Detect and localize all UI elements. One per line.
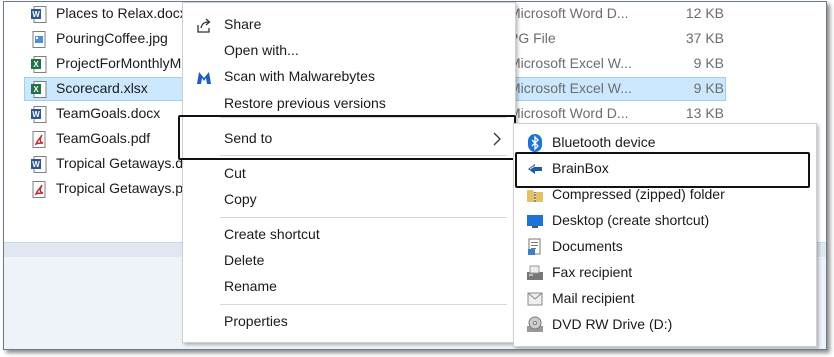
- pdf-file-icon: [32, 131, 46, 148]
- share-icon: [197, 18, 211, 33]
- submenu-item-label: Mail recipient: [552, 290, 635, 306]
- menu-item-open-with[interactable]: Open with...: [183, 38, 515, 64]
- file-name: Tropical Getaways.p: [56, 180, 184, 196]
- file-size: 9 KB: [693, 55, 724, 71]
- file-type: Microsoft Word D...: [509, 5, 629, 21]
- file-name: ProjectForMonthlyM: [56, 55, 182, 71]
- submenu-item-label: Bluetooth device: [552, 134, 656, 150]
- submenu-item-label: DVD RW Drive (D:): [552, 316, 673, 332]
- menu-item-delete[interactable]: Delete: [183, 248, 515, 274]
- menu-item-create-shortcut[interactable]: Create shortcut: [183, 222, 515, 248]
- file-size: 37 KB: [685, 30, 724, 46]
- mail-icon: [527, 292, 543, 306]
- file-name: Places to Relax.docx: [56, 5, 187, 21]
- menu-item-label: Cut: [224, 165, 246, 181]
- menu-item-label: Copy: [224, 191, 257, 207]
- file-name: PouringCoffee.jpg: [56, 30, 168, 46]
- menu-item-copy[interactable]: Copy: [183, 187, 515, 213]
- submenu-item-fax[interactable]: Fax recipient: [514, 259, 816, 285]
- menu-item-label: Delete: [224, 252, 265, 268]
- submenu-item-mail[interactable]: Mail recipient: [514, 285, 816, 311]
- menu-item-cut[interactable]: Cut: [183, 161, 515, 187]
- dvd-drive-icon: [527, 316, 543, 332]
- menu-item-label: Share: [224, 16, 262, 32]
- excel-file-icon: X: [31, 81, 47, 98]
- menu-item-rename[interactable]: Rename: [183, 274, 515, 300]
- malwarebytes-icon: [197, 72, 211, 84]
- submenu-item-desktop[interactable]: Desktop (create shortcut): [514, 207, 816, 233]
- menu-item-properties[interactable]: Properties: [183, 309, 515, 335]
- file-name: Scorecard.xlsx: [56, 80, 148, 96]
- word-file-icon: W: [31, 156, 47, 173]
- svg-text:W: W: [32, 160, 40, 169]
- bluetooth-icon: [528, 134, 542, 152]
- file-type: Microsoft Excel W...: [509, 80, 632, 96]
- fax-icon: [527, 265, 543, 280]
- submenu-item-label: Compressed (zipped) folder: [552, 186, 725, 202]
- file-name: TeamGoals.pdf: [56, 130, 151, 146]
- menu-item-label: Restore previous versions: [224, 95, 386, 111]
- menu-item-label: Create shortcut: [224, 226, 320, 242]
- desktop-icon: [527, 215, 543, 228]
- svg-text:X: X: [33, 60, 39, 69]
- svg-text:X: X: [33, 85, 39, 94]
- file-type: PG File: [509, 30, 556, 46]
- menu-item-label: Properties: [224, 313, 288, 329]
- menu-item-label: Scan with Malwarebytes: [224, 68, 375, 84]
- submenu-item-label: Documents: [552, 238, 623, 254]
- word-file-icon: W: [31, 106, 47, 123]
- brainbox-highlight-box: [515, 152, 810, 188]
- submenu-item-label: Fax recipient: [552, 264, 633, 280]
- submenu-item-dvd-drive[interactable]: DVD RW Drive (D:): [514, 311, 816, 337]
- file-type: Microsoft Word D...: [509, 105, 629, 121]
- word-file-icon: W: [31, 6, 47, 23]
- documents-icon: [528, 238, 541, 255]
- menu-item-label: Open with...: [224, 42, 299, 58]
- menu-item-share[interactable]: Share: [183, 12, 515, 38]
- file-type: Microsoft Excel W...: [509, 55, 632, 71]
- menu-item-label: Rename: [224, 278, 277, 294]
- context-menu: Share Open with... Scan with Malwarebyte…: [182, 2, 516, 343]
- menu-separator: [220, 304, 507, 305]
- svg-text:W: W: [32, 10, 40, 19]
- menu-item-restore-versions[interactable]: Restore previous versions: [183, 91, 515, 117]
- file-name: Tropical Getaways.d: [56, 155, 184, 171]
- excel-file-icon: X: [31, 56, 47, 73]
- menu-item-scan-malwarebytes[interactable]: Scan with Malwarebytes: [183, 64, 515, 90]
- submenu-item-documents[interactable]: Documents: [514, 233, 816, 259]
- file-size: 13 KB: [685, 105, 724, 121]
- explorer-window: W Places to Relax.docx Microsoft Word D.…: [3, 1, 827, 350]
- file-size: 12 KB: [685, 5, 724, 21]
- pdf-file-icon: [32, 181, 46, 198]
- image-file-icon: [32, 31, 46, 48]
- file-name: TeamGoals.docx: [56, 105, 161, 121]
- submenu-item-label: Desktop (create shortcut): [552, 212, 710, 228]
- menu-separator: [220, 217, 507, 218]
- file-size: 9 KB: [693, 80, 724, 96]
- send-to-highlight-box: [178, 115, 516, 160]
- zip-folder-icon: [527, 190, 543, 202]
- svg-text:W: W: [32, 110, 40, 119]
